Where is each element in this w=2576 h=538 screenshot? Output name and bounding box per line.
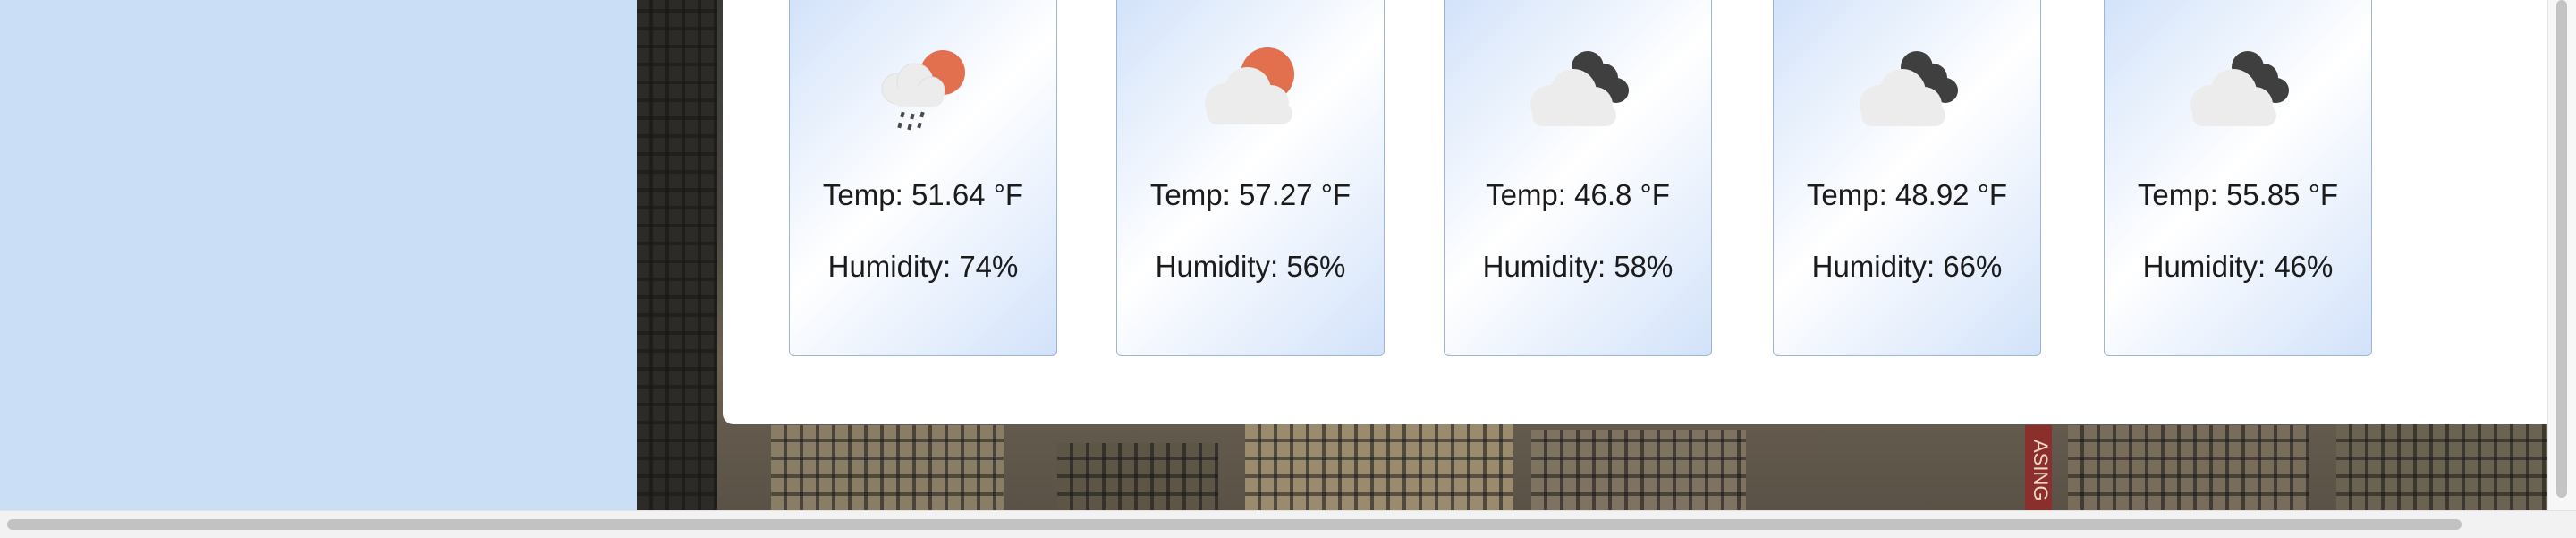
temperature-label: Temp: 55.85 °F xyxy=(2137,178,2339,211)
humidity-label: Humidity: 58% xyxy=(1482,250,1674,283)
forecast-card: Temp: 55.85 °F Humidity: 46% xyxy=(2104,0,2372,356)
temperature-label: Temp: 46.8 °F xyxy=(1486,178,1670,211)
temperature-label: Temp: 57.27 °F xyxy=(1149,178,1352,211)
forecast-panel: Temp: 51.64 °F Humidity: 74% Temp: 57.27… xyxy=(723,0,2547,424)
background-sign: ASING xyxy=(2025,425,2052,510)
background-building xyxy=(1531,430,1746,510)
humidity-label: Humidity: 46% xyxy=(2142,250,2334,283)
background-building xyxy=(2068,425,2309,510)
vertical-scrollbar-thumb[interactable] xyxy=(2556,0,2567,498)
background-tower xyxy=(637,0,717,510)
humidity-label: Humidity: 66% xyxy=(1811,250,2003,283)
forecast-card: Temp: 51.64 °F Humidity: 74% xyxy=(789,0,1057,356)
background-sign-text: ASING xyxy=(2029,440,2052,501)
humidity-label: Humidity: 56% xyxy=(1155,250,1346,283)
humidity-label: Humidity: 74% xyxy=(827,250,1019,283)
forecast-card: Temp: 57.27 °F Humidity: 56% xyxy=(1116,0,1385,356)
partly-cloudy-sun-icon xyxy=(1205,47,1294,124)
background-building xyxy=(1245,421,1513,510)
horizontal-scrollbar-thumb[interactable] xyxy=(7,519,2462,530)
forecast-card: Temp: 48.92 °F Humidity: 66% xyxy=(1773,0,2041,356)
background-building xyxy=(2336,421,2547,510)
broken-clouds-icon xyxy=(1530,51,1629,126)
temperature-label: Temp: 51.64 °F xyxy=(822,178,1024,211)
temperature-label: Temp: 48.92 °F xyxy=(1806,178,2008,211)
background-building xyxy=(771,425,1004,510)
broken-clouds-icon xyxy=(1860,51,1958,126)
background-building xyxy=(1057,443,1218,510)
broken-clouds-icon xyxy=(2190,51,2289,126)
forecast-card: Temp: 46.8 °F Humidity: 58% xyxy=(1444,0,1712,356)
sidebar xyxy=(0,0,637,510)
light-rain-sun-icon xyxy=(881,50,965,131)
